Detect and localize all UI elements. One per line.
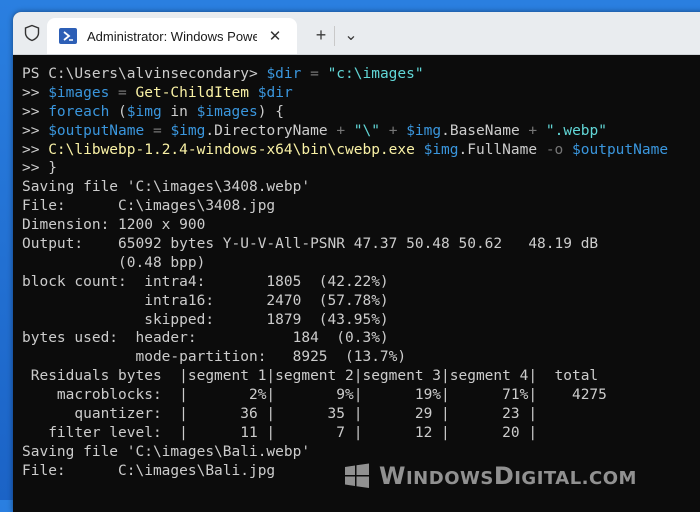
terminal-token: ".webp" bbox=[545, 122, 607, 139]
terminal-token: $img bbox=[423, 141, 459, 158]
terminal-line: >> C:\libwebp-1.2.4-windows-x64\bin\cweb… bbox=[22, 141, 700, 160]
tab-powershell[interactable]: Administrator: Windows PowerShell ✕ bbox=[47, 18, 297, 54]
terminal-token: >> bbox=[22, 122, 49, 139]
terminal-token: $images bbox=[196, 103, 258, 120]
terminal-token: intra16: 2470 (57.78%) bbox=[22, 292, 389, 309]
terminal-token: .BaseName bbox=[441, 122, 529, 139]
terminal-token: = bbox=[301, 66, 328, 82]
terminal-line: skipped: 1879 (43.95%) bbox=[22, 311, 700, 330]
terminal-token: File: C:\images\3408.jpg bbox=[22, 198, 276, 215]
terminal-token: >> bbox=[22, 84, 49, 101]
terminal-token: >> bbox=[22, 103, 49, 120]
terminal-token: + bbox=[379, 122, 407, 139]
terminal-window: Administrator: Windows PowerShell ✕ + ⌄ … bbox=[13, 12, 700, 512]
terminal-token: >> bbox=[22, 141, 49, 158]
terminal-token: $outputName bbox=[48, 122, 145, 139]
terminal-token: quantizer: | 36 | 35 | 29 | 23 | bbox=[22, 406, 538, 423]
terminal-token: Saving file 'C:\images\Bali.webp' bbox=[22, 443, 311, 460]
terminal-line: Residuals bytes |segment 1|segment 2|seg… bbox=[22, 367, 700, 386]
terminal-line: PS C:\Users\alvinsecondary> $dir = "c:\i… bbox=[22, 65, 700, 84]
terminal-token: ) { bbox=[257, 103, 284, 120]
terminal-line: >> $outputName = $img.DirectoryName + "\… bbox=[22, 122, 700, 141]
terminal-token: filter level: | 11 | 7 | 12 | 20 | bbox=[22, 424, 538, 441]
terminal-line: File: C:\images\3408.jpg bbox=[22, 197, 700, 216]
terminal-token: block count: intra4: 1805 (42.22%) bbox=[22, 273, 389, 290]
terminal-token: skipped: 1879 (43.95%) bbox=[22, 311, 389, 328]
watermark-text: WINDOWSDIGITAL.COM bbox=[379, 462, 637, 490]
watermark: WINDOWSDIGITAL.COM bbox=[343, 460, 637, 492]
terminal-token: mode-partition: 8925 (13.7%) bbox=[22, 349, 407, 366]
terminal-token: "\" bbox=[353, 122, 380, 139]
chevron-down-icon[interactable]: ⌄ bbox=[340, 24, 362, 46]
terminal-token: .FullName bbox=[458, 141, 546, 158]
terminal-line: >> } bbox=[22, 159, 700, 178]
terminal-token: $dir bbox=[257, 84, 293, 101]
terminal-token: -o bbox=[545, 141, 573, 158]
new-tab-button[interactable]: + bbox=[310, 24, 332, 46]
terminal-token: PS C:\Users\alvinsecondary> bbox=[22, 66, 267, 82]
terminal-line: Saving file 'C:\images\Bali.webp' bbox=[22, 443, 700, 462]
terminal-token: macroblocks: | 2%| 9%| 19%| 71%| 4275 bbox=[22, 387, 607, 404]
terminal-token: Get-ChildItem bbox=[135, 84, 250, 101]
terminal-line: bytes used: header: 184 (0.3%) bbox=[22, 329, 700, 348]
terminal-token: $img bbox=[126, 103, 162, 120]
terminal-line: block count: intra4: 1805 (42.22%) bbox=[22, 273, 700, 292]
terminal-token: .DirectoryName bbox=[205, 122, 337, 139]
terminal-token: C:\libwebp-1.2.4-windows-x64\bin\cwebp.e… bbox=[48, 141, 415, 158]
terminal-token: Saving file 'C:\images\3408.webp' bbox=[22, 179, 311, 196]
terminal-token: bytes used: header: 184 (0.3%) bbox=[22, 330, 389, 347]
terminal-token: = bbox=[109, 84, 136, 101]
terminal-token: + bbox=[336, 122, 354, 139]
terminal-token: $images bbox=[48, 84, 110, 101]
terminal-line: intra16: 2470 (57.78%) bbox=[22, 292, 700, 311]
terminal-token: $dir bbox=[266, 66, 302, 82]
shield-icon bbox=[23, 24, 41, 42]
terminal-token: (0.48 bpp) bbox=[22, 254, 206, 271]
terminal-line: quantizer: | 36 | 35 | 29 | 23 | bbox=[22, 405, 700, 424]
terminal-line: Saving file 'C:\images\3408.webp' bbox=[22, 178, 700, 197]
terminal-line: Dimension: 1200 x 900 bbox=[22, 216, 700, 235]
terminal-line: Output: 65092 bytes Y-U-V-All-PSNR 47.37… bbox=[22, 235, 700, 254]
terminal-token: File: C:\images\Bali.jpg bbox=[22, 462, 276, 479]
terminal-line: >> $images = Get-ChildItem $dir bbox=[22, 84, 700, 103]
divider bbox=[334, 26, 335, 46]
terminal-token: $img bbox=[406, 122, 442, 139]
terminal-line: mode-partition: 8925 (13.7%) bbox=[22, 348, 700, 367]
terminal-token: Output: 65092 bytes Y-U-V-All-PSNR 47.37… bbox=[22, 236, 599, 253]
terminal-token: = bbox=[144, 122, 171, 139]
powershell-icon bbox=[59, 28, 77, 44]
terminal-line: macroblocks: | 2%| 9%| 19%| 71%| 4275 bbox=[22, 386, 700, 405]
terminal-token: $img bbox=[170, 122, 206, 139]
terminal-line: filter level: | 11 | 7 | 12 | 20 | bbox=[22, 424, 700, 443]
terminal-token: in bbox=[161, 103, 197, 120]
terminal-token: + bbox=[528, 122, 546, 139]
terminal-output[interactable]: PS C:\Users\alvinsecondary> $dir = "c:\i… bbox=[13, 55, 700, 512]
terminal-token: "c:\images" bbox=[327, 66, 424, 82]
terminal-token: Dimension: 1200 x 900 bbox=[22, 217, 206, 234]
terminal-token: Residuals bytes |segment 1|segment 2|seg… bbox=[22, 368, 599, 385]
terminal-token: >> } bbox=[22, 160, 57, 177]
close-tab-icon[interactable]: ✕ bbox=[265, 26, 285, 46]
tab-title: Administrator: Windows PowerShell bbox=[87, 28, 257, 44]
terminal-token: foreach bbox=[48, 103, 110, 120]
title-bar: Administrator: Windows PowerShell ✕ + ⌄ bbox=[13, 12, 700, 55]
windows-logo-icon bbox=[345, 463, 369, 488]
terminal-token: ( bbox=[109, 103, 127, 120]
terminal-line: (0.48 bpp) bbox=[22, 254, 700, 273]
terminal-token: $outputName bbox=[572, 141, 669, 158]
terminal-line: >> foreach ($img in $images) { bbox=[22, 103, 700, 122]
